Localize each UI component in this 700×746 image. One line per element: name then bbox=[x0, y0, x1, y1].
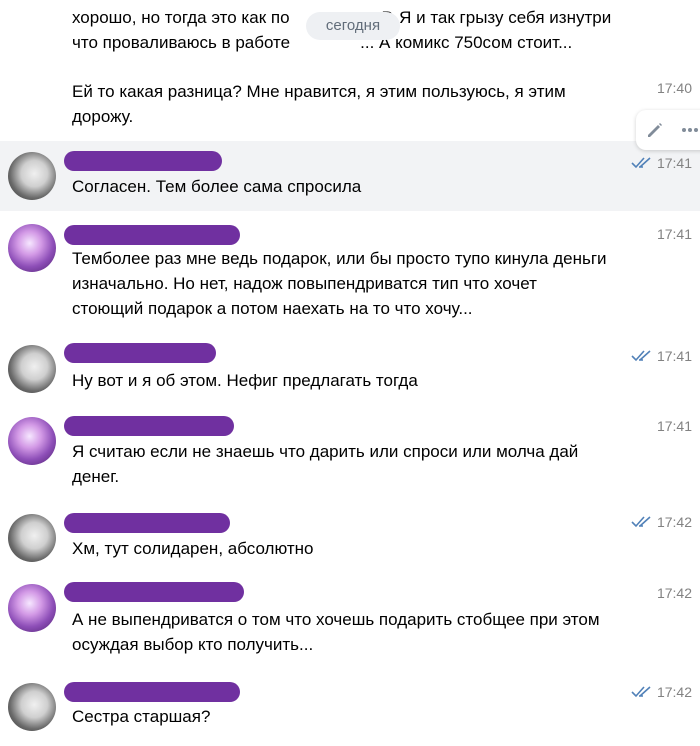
avatar[interactable] bbox=[8, 152, 56, 200]
message-text-line: изначально. Но нет, надож повыпендриватс… bbox=[72, 274, 537, 293]
sender-name-redacted bbox=[64, 513, 230, 533]
message-time: 17:41 bbox=[656, 226, 692, 242]
sender-name-redacted bbox=[64, 682, 240, 702]
more-icon[interactable] bbox=[680, 120, 700, 140]
message-text-line: Я считаю если не знаешь что дарить или с… bbox=[72, 442, 579, 461]
avatar[interactable] bbox=[8, 417, 56, 465]
sender-name-redacted bbox=[64, 151, 222, 171]
message-text-line: стоющий подарок а потом наехать на то чт… bbox=[72, 299, 473, 318]
message-text: Согласен. Тем более сама спросила bbox=[72, 177, 362, 196]
message-time: 17:42 bbox=[656, 585, 692, 601]
pencil-icon[interactable] bbox=[645, 120, 665, 140]
message-text: Сестра старшая? bbox=[72, 707, 211, 726]
double-check-icon bbox=[631, 157, 651, 169]
sender-name-redacted bbox=[64, 225, 240, 245]
message-time: 17:42 bbox=[631, 684, 692, 700]
avatar[interactable] bbox=[8, 514, 56, 562]
avatar[interactable] bbox=[8, 584, 56, 632]
message-text: Ну вот и я об этом. Нефиг предлагать тог… bbox=[72, 371, 418, 390]
message-text-line: денег. bbox=[72, 467, 120, 486]
avatar[interactable] bbox=[8, 224, 56, 272]
message-time: 17:42 bbox=[631, 514, 692, 530]
message-text-line: осуждая выбор кто получить... bbox=[72, 635, 314, 654]
avatar[interactable] bbox=[8, 345, 56, 393]
message-text-line: Ей то какая разница? Мне нравится, я эти… bbox=[72, 82, 566, 101]
date-divider: сегодня bbox=[306, 12, 400, 40]
message-time: 17:40 bbox=[656, 80, 692, 96]
message-text: Хм, тут солидарен, абсолютно bbox=[72, 539, 314, 558]
message-actions bbox=[636, 110, 700, 150]
double-check-icon bbox=[631, 516, 651, 528]
sender-name-redacted bbox=[64, 582, 244, 602]
message-text-line: дорожу. bbox=[72, 107, 134, 126]
message-time: 17:41 bbox=[656, 418, 692, 434]
message-time: 17:41 bbox=[631, 155, 692, 171]
sender-name-redacted bbox=[64, 416, 234, 436]
message-time: 17:41 bbox=[631, 348, 692, 364]
double-check-icon bbox=[631, 686, 651, 698]
chat-history: хорошо, но тогда это как по Р. Я и так гр… bbox=[0, 0, 700, 746]
message-text-line: Темболее раз мне ведь подарок, или бы пр… bbox=[72, 249, 607, 268]
message-text-line: А не выпендриватся о том что хочешь пода… bbox=[72, 610, 600, 629]
sender-name-redacted bbox=[64, 343, 216, 363]
double-check-icon bbox=[631, 350, 651, 362]
avatar[interactable] bbox=[8, 683, 56, 731]
